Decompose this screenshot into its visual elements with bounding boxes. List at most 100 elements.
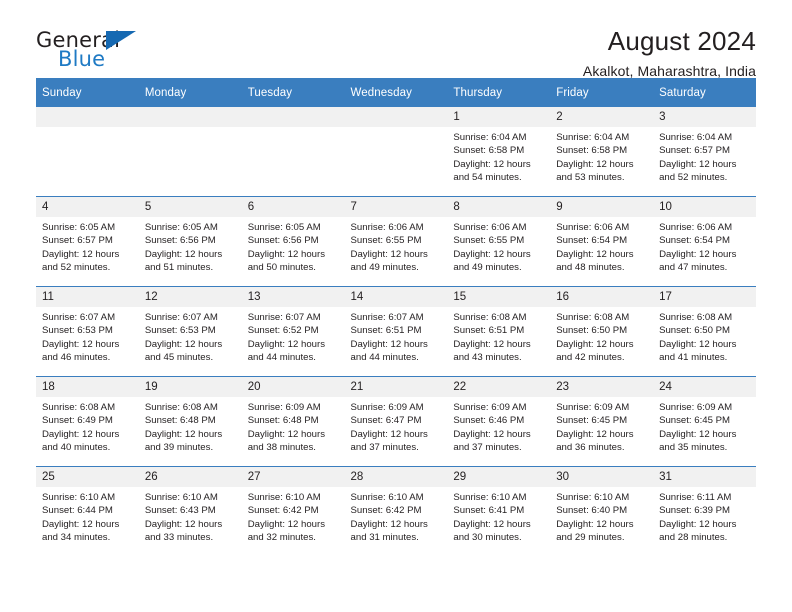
day-number: 20: [241, 377, 345, 397]
calendar-day-cell[interactable]: 21 Sunrise: 6:09 AM Sunset: 6:47 PM Dayligh…: [344, 376, 448, 467]
calendar-day-cell[interactable]: 13 Sunrise: 6:07 AM Sunset: 6:52 PM Dayligh…: [241, 286, 345, 377]
daylight-text: and 52 minutes.: [659, 172, 728, 184]
calendar-day-cell[interactable]: 20 Sunrise: 6:09 AM Sunset: 6:48 PM Dayligh…: [241, 376, 345, 467]
daylight-text: and 42 minutes.: [556, 352, 625, 364]
calendar-day-cell[interactable]: 7 Sunrise: 6:06 AM Sunset: 6:55 PM Daylight…: [344, 196, 448, 287]
daylight-text: and 39 minutes.: [144, 442, 214, 454]
calendar-day-cell[interactable]: 11 Sunrise: 6:07 AM Sunset: 6:53 PM Dayligh…: [36, 286, 139, 377]
daylight-text: Daylight: 12 hours: [453, 338, 531, 350]
calendar-day-cell[interactable]: 1 Sunrise: 6:04 AM Sunset: 6:58 PM Daylight…: [447, 107, 551, 197]
weekday-header-friday: Friday: [550, 78, 654, 107]
calendar-day-cell[interactable]: 16 Sunrise: 6:08 AM Sunset: 6:50 PM Dayligh…: [550, 286, 654, 377]
sunrise-text: Sunrise: 6:08 AM: [144, 402, 218, 413]
day-number: 6: [241, 197, 345, 217]
daylight-text: and 44 minutes.: [247, 352, 316, 364]
day-number: 24: [653, 377, 756, 397]
sunset-text: Sunset: 6:52 PM: [247, 325, 319, 337]
day-number: 4: [36, 197, 139, 217]
sunrise-text: Sunrise: 6:08 AM: [42, 402, 116, 413]
general-blue-logo[interactable]: General Blue: [36, 26, 146, 74]
title-block: August 2024 Akalkot, Maharashtra, India: [583, 26, 756, 80]
sunrise-text: Sunrise: 6:04 AM: [659, 132, 733, 143]
calendar-day-cell[interactable]: 3 Sunrise: 6:04 AM Sunset: 6:57 PM Daylight…: [653, 107, 756, 197]
daylight-text: and 52 minutes.: [42, 262, 111, 274]
day-number: 10: [653, 197, 756, 217]
daylight-text: Daylight: 12 hours: [144, 338, 223, 350]
calendar-day-cell[interactable]: 19 Sunrise: 6:08 AM Sunset: 6:48 PM Dayligh…: [138, 376, 242, 467]
sunset-text: Sunset: 6:54 PM: [659, 235, 730, 247]
calendar-week-row: 11 Sunrise: 6:07 AM Sunset: 6:53 PM Dayligh…: [36, 286, 756, 377]
daylight-text: and 37 minutes.: [350, 442, 419, 454]
sunrise-text: Sunrise: 6:08 AM: [453, 312, 527, 323]
day-number: 17: [653, 287, 756, 307]
calendar-day-cell[interactable]: 10 Sunrise: 6:06 AM Sunset: 6:54 PM Dayligh…: [653, 196, 756, 287]
day-number: 1: [447, 107, 551, 127]
sunset-text: Sunset: 6:45 PM: [556, 415, 628, 427]
sunrise-text: Sunrise: 6:10 AM: [247, 492, 321, 503]
daylight-text: and 30 minutes.: [453, 532, 522, 544]
sunset-text: Sunset: 6:57 PM: [659, 145, 730, 157]
weekday-header-monday: Monday: [138, 78, 242, 107]
calendar-day-cell[interactable]: 25 Sunrise: 6:10 AM Sunset: 6:44 PM Dayligh…: [36, 466, 139, 556]
daylight-text: Daylight: 12 hours: [453, 518, 531, 530]
calendar-day-cell[interactable]: 6 Sunrise: 6:05 AM Sunset: 6:56 PM Daylight…: [241, 196, 345, 287]
calendar-day-cell[interactable]: 27 Sunrise: 6:10 AM Sunset: 6:42 PM Dayligh…: [241, 466, 345, 556]
sunrise-text: Sunrise: 6:09 AM: [247, 402, 321, 413]
day-details: Sunrise: 6:11 AM Sunset: 6:39 PM Daylight:…: [653, 487, 756, 545]
day-details: Sunrise: 6:05 AM Sunset: 6:56 PM Daylight:…: [242, 217, 345, 275]
daylight-text: Daylight: 12 hours: [659, 158, 737, 170]
daylight-text: and 51 minutes.: [144, 262, 214, 274]
calendar-day-cell[interactable]: 5 Sunrise: 6:05 AM Sunset: 6:56 PM Daylight…: [138, 196, 242, 287]
day-details: Sunrise: 6:08 AM Sunset: 6:50 PM Daylight:…: [653, 307, 756, 365]
sunset-text: Sunset: 6:44 PM: [42, 505, 113, 517]
daylight-text: and 40 minutes.: [42, 442, 111, 454]
day-details: Sunrise: 6:08 AM Sunset: 6:50 PM Daylight:…: [550, 307, 653, 365]
sunset-text: Sunset: 6:53 PM: [42, 325, 113, 337]
calendar-day-cell[interactable]: 23 Sunrise: 6:09 AM Sunset: 6:45 PM Dayligh…: [550, 376, 654, 467]
daylight-text: Daylight: 12 hours: [556, 338, 634, 350]
sunset-text: Sunset: 6:50 PM: [556, 325, 628, 337]
calendar-cell-empty: [138, 107, 242, 197]
day-details: Sunrise: 6:10 AM Sunset: 6:42 PM Daylight:…: [345, 487, 448, 545]
sunrise-text: Sunrise: 6:05 AM: [144, 222, 218, 233]
daylight-text: and 48 minutes.: [556, 262, 625, 274]
calendar-day-cell[interactable]: 14 Sunrise: 6:07 AM Sunset: 6:51 PM Dayligh…: [344, 286, 448, 377]
calendar-day-cell[interactable]: 31 Sunrise: 6:11 AM Sunset: 6:39 PM Dayligh…: [653, 466, 756, 556]
sunset-text: Sunset: 6:51 PM: [350, 325, 422, 337]
calendar-day-cell[interactable]: 4 Sunrise: 6:05 AM Sunset: 6:57 PM Daylight…: [36, 196, 139, 287]
calendar-day-cell[interactable]: 2 Sunrise: 6:04 AM Sunset: 6:58 PM Daylight…: [550, 107, 654, 197]
sunrise-text: Sunrise: 6:08 AM: [556, 312, 630, 323]
logo-text-blue: Blue: [58, 47, 106, 71]
calendar-day-cell[interactable]: 15 Sunrise: 6:08 AM Sunset: 6:51 PM Dayligh…: [447, 286, 551, 377]
calendar-cell-empty: [344, 107, 448, 197]
daylight-text: Daylight: 12 hours: [144, 518, 223, 530]
calendar-day-cell[interactable]: 24 Sunrise: 6:09 AM Sunset: 6:45 PM Dayligh…: [653, 376, 756, 467]
day-details: Sunrise: 6:05 AM Sunset: 6:57 PM Daylight:…: [36, 217, 139, 275]
calendar-day-cell[interactable]: 12 Sunrise: 6:07 AM Sunset: 6:53 PM Dayligh…: [138, 286, 242, 377]
calendar-day-cell[interactable]: 29 Sunrise: 6:10 AM Sunset: 6:41 PM Dayligh…: [447, 466, 551, 556]
calendar-day-cell[interactable]: 9 Sunrise: 6:06 AM Sunset: 6:54 PM Daylight…: [550, 196, 654, 287]
sunrise-text: Sunrise: 6:05 AM: [247, 222, 321, 233]
calendar-day-cell[interactable]: 8 Sunrise: 6:06 AM Sunset: 6:55 PM Daylight…: [447, 196, 551, 287]
sunrise-sunset-calendar: Sunday Monday Tuesday Wednesday Thursday…: [36, 78, 756, 556]
day-number: [344, 107, 448, 127]
calendar-day-cell[interactable]: 28 Sunrise: 6:10 AM Sunset: 6:42 PM Dayligh…: [344, 466, 448, 556]
calendar-day-cell[interactable]: 17 Sunrise: 6:08 AM Sunset: 6:50 PM Dayligh…: [653, 286, 756, 377]
daylight-text: Daylight: 12 hours: [247, 338, 326, 350]
calendar-week-row: 25 Sunrise: 6:10 AM Sunset: 6:44 PM Dayligh…: [36, 466, 756, 556]
day-details: Sunrise: 6:07 AM Sunset: 6:52 PM Daylight:…: [242, 307, 345, 365]
calendar-day-cell[interactable]: 26 Sunrise: 6:10 AM Sunset: 6:43 PM Dayligh…: [138, 466, 242, 556]
daylight-text: Daylight: 12 hours: [247, 518, 326, 530]
sunrise-text: Sunrise: 6:11 AM: [659, 492, 732, 503]
day-details: Sunrise: 6:07 AM Sunset: 6:53 PM Daylight:…: [139, 307, 242, 365]
daylight-text: Daylight: 12 hours: [453, 428, 531, 440]
calendar-day-cell[interactable]: 22 Sunrise: 6:09 AM Sunset: 6:46 PM Dayligh…: [447, 376, 551, 467]
day-number: 14: [344, 287, 448, 307]
calendar-day-cell[interactable]: 18 Sunrise: 6:08 AM Sunset: 6:49 PM Dayligh…: [36, 376, 139, 467]
calendar-day-cell[interactable]: 30 Sunrise: 6:10 AM Sunset: 6:40 PM Dayligh…: [550, 466, 654, 556]
day-number: 7: [344, 197, 448, 217]
day-details: Sunrise: 6:10 AM Sunset: 6:40 PM Daylight:…: [550, 487, 653, 545]
sunrise-text: Sunrise: 6:09 AM: [350, 402, 424, 413]
sunset-text: Sunset: 6:49 PM: [42, 415, 113, 427]
daylight-text: Daylight: 12 hours: [659, 428, 737, 440]
